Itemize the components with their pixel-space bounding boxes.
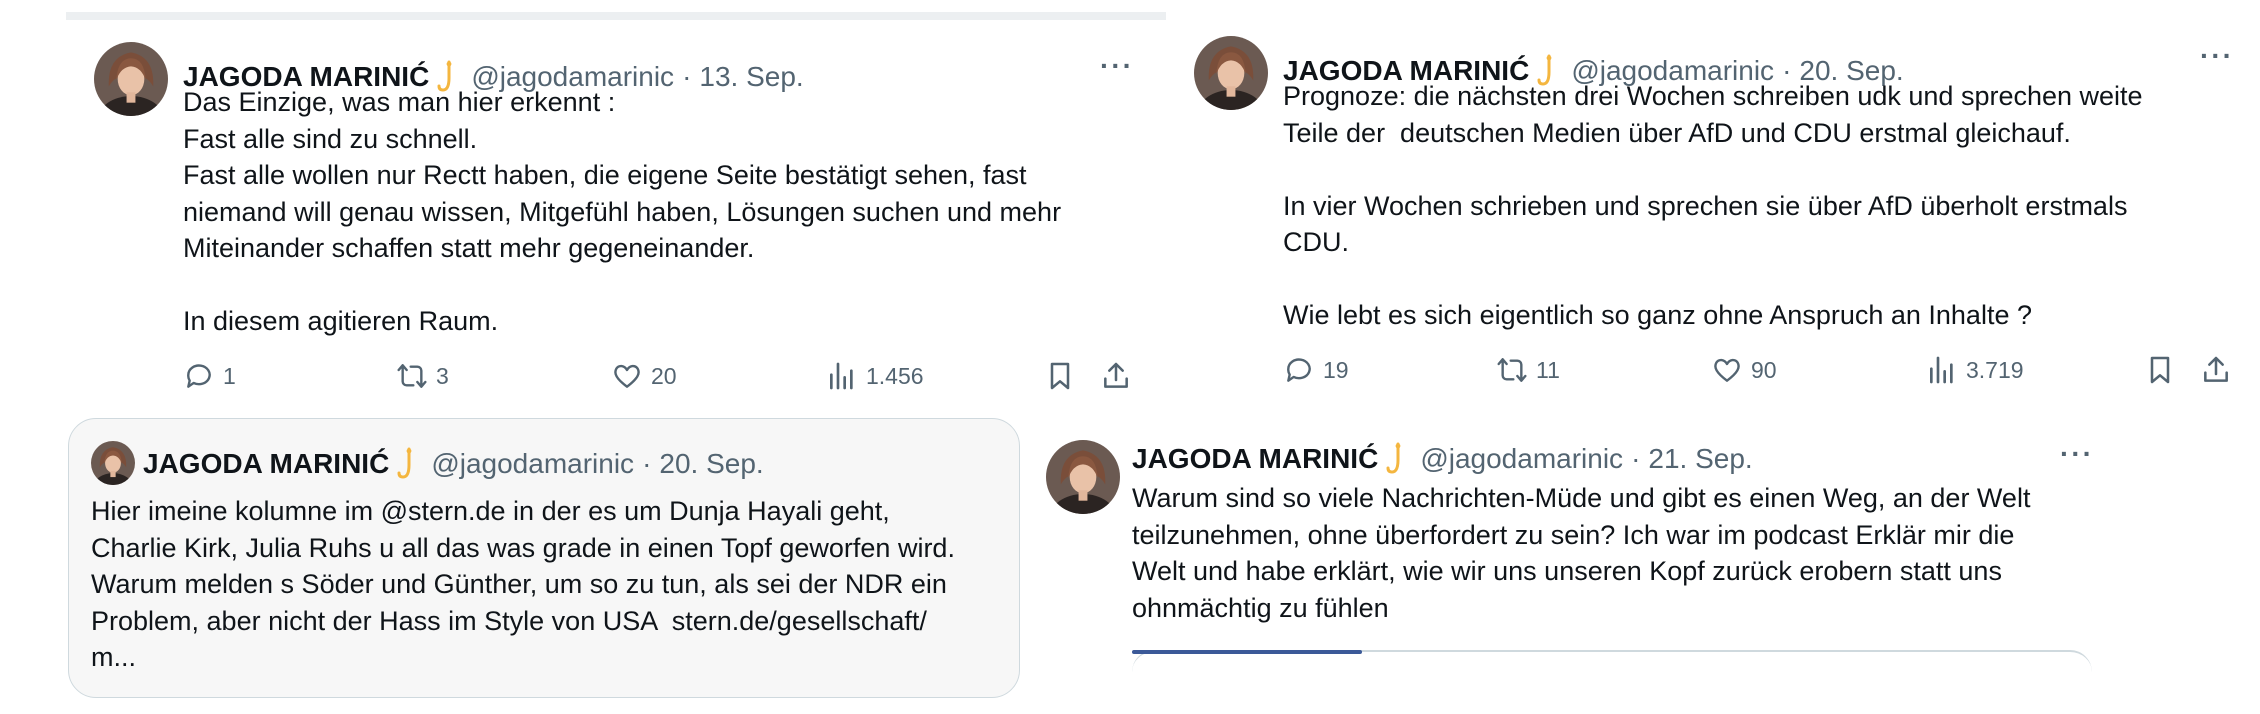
author-name[interactable]: JAGODA MARINIĆ xyxy=(1132,443,1378,475)
link-preview-card[interactable] xyxy=(1132,650,2092,692)
repost-icon xyxy=(1496,354,1528,386)
tweet-card[interactable]: JAGODA MARINIĆ @jagodamarinic · 21. Sep.… xyxy=(1020,418,2110,714)
repost-count: 3 xyxy=(436,362,449,389)
repost-icon xyxy=(396,360,428,392)
bookmark-button[interactable] xyxy=(1044,360,1076,392)
tweet-text: Warum sind so viele Nachrichten-Müde und… xyxy=(1132,483,2031,623)
reply-count: 19 xyxy=(1323,356,1349,383)
more-icon[interactable]: ··· xyxy=(2060,438,2094,470)
tweet-text: Hier imeine kolumne im @stern.de in der … xyxy=(91,496,955,672)
views-count: 3.719 xyxy=(1966,356,2024,383)
quoted-tweet[interactable]: JAGODA MARINIĆ @jagodamarinic · 20. Sep.… xyxy=(68,418,1020,698)
views-icon xyxy=(826,360,858,392)
avatar[interactable] xyxy=(94,42,168,116)
reply-button[interactable]: 1 xyxy=(183,360,236,392)
like-icon xyxy=(1711,354,1743,386)
share-button[interactable] xyxy=(1100,360,1132,392)
share-icon xyxy=(2200,354,2232,386)
like-icon xyxy=(611,360,643,392)
share-button[interactable] xyxy=(2200,354,2232,386)
author-handle[interactable]: @jagodamarinic xyxy=(1420,443,1623,475)
repost-button[interactable]: 3 xyxy=(396,360,449,392)
avatar[interactable] xyxy=(1194,36,1268,110)
tweet-header: JAGODA MARINIĆ @jagodamarinic · 21. Sep. xyxy=(1132,442,1753,476)
feed-divider xyxy=(66,12,1166,20)
reply-icon xyxy=(183,360,215,392)
like-count: 20 xyxy=(651,362,677,389)
bookmark-icon xyxy=(1044,360,1076,392)
share-icon xyxy=(1100,360,1132,392)
reply-icon xyxy=(1283,354,1315,386)
tweet-text: Das Einzige, was man hier erkennt : Fast… xyxy=(183,87,1062,336)
like-count: 90 xyxy=(1751,356,1777,383)
avatar[interactable] xyxy=(1046,440,1120,514)
reply-button[interactable]: 19 xyxy=(1283,354,1349,386)
views-button[interactable]: 1.456 xyxy=(826,360,924,392)
badge-icon xyxy=(1386,442,1410,476)
like-button[interactable]: 20 xyxy=(611,360,677,392)
tweet-date[interactable]: 21. Sep. xyxy=(1648,443,1752,475)
like-button[interactable]: 90 xyxy=(1711,354,1777,386)
repost-count: 11 xyxy=(1536,356,1560,383)
reply-count: 1 xyxy=(223,362,236,389)
views-count: 1.456 xyxy=(866,362,924,389)
tweet-header: JAGODA MARINIĆ @jagodamarinic · 20. Sep. xyxy=(143,447,764,481)
badge-icon xyxy=(397,447,421,481)
bookmark-button[interactable] xyxy=(2144,354,2176,386)
views-icon xyxy=(1926,354,1958,386)
more-icon[interactable]: ··· xyxy=(2200,40,2234,72)
more-icon[interactable]: ··· xyxy=(1100,50,1134,82)
tweet-card[interactable]: JAGODA MARINIĆ @jagodamarinic · 20. Sep.… xyxy=(1166,14,2260,414)
tweet-date[interactable]: 20. Sep. xyxy=(659,448,763,480)
avatar[interactable] xyxy=(91,441,135,485)
tweet-card[interactable]: JAGODA MARINIĆ @jagodamarinic · 13. Sep.… xyxy=(66,20,1164,410)
repost-button[interactable]: 11 xyxy=(1496,354,1560,386)
link-preview-image xyxy=(1132,650,1362,654)
author-name[interactable]: JAGODA MARINIĆ xyxy=(143,448,389,480)
author-handle[interactable]: @jagodamarinic xyxy=(431,448,634,480)
bookmark-icon xyxy=(2144,354,2176,386)
tweet-text: Prognoze: die nächsten drei Wochen schre… xyxy=(1283,81,2143,330)
views-button[interactable]: 3.719 xyxy=(1926,354,2024,386)
